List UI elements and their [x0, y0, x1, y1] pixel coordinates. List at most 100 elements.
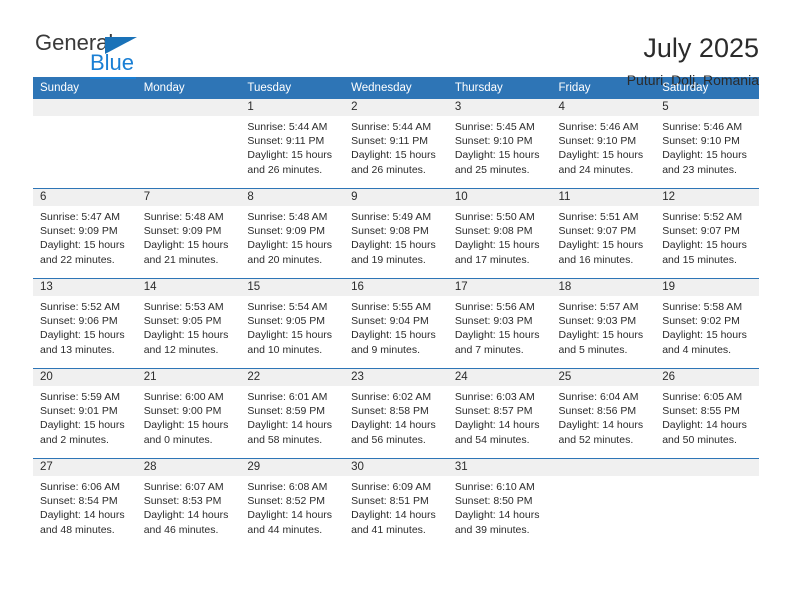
day-detail-line: Sunrise: 5:57 AM: [558, 301, 639, 313]
day-number: [551, 459, 656, 476]
day-detail-line: Daylight: 15 hours: [558, 239, 644, 252]
day-detail-line: Sunset: 9:06 PM: [40, 315, 118, 328]
calendar-day-cell[interactable]: 17 Sunrise: 5:56 AM Sunset: 9:03 PM Dayligh…: [447, 278, 552, 369]
day-cell-inner: 4 Sunrise: 5:46 AM Sunset: 9:10 PM Daylight…: [551, 99, 656, 188]
day-number: 12: [655, 189, 759, 206]
day-number: 24: [447, 369, 552, 386]
calendar-day-cell[interactable]: 20 Sunrise: 5:59 AM Sunset: 9:01 PM Dayligh…: [33, 368, 137, 459]
day-details: Sunrise: 6:03 AM Sunset: 8:57 PM Daylight:…: [448, 386, 552, 447]
day-detail-line: and 23 minutes.: [662, 163, 737, 176]
day-detail-line: and 12 minutes.: [143, 343, 219, 356]
day-cell-inner: 14 Sunrise: 5:53 AM Sunset: 9:05 PM Dayligh…: [136, 279, 241, 368]
day-details: [33, 116, 137, 120]
day-detail-line: Sunset: 9:10 PM: [662, 135, 740, 148]
calendar-day-cell[interactable]: 10 Sunrise: 5:50 AM Sunset: 9:08 PM Dayligh…: [447, 188, 552, 279]
calendar-day-cell[interactable]: 19 Sunrise: 5:58 AM Sunset: 9:02 PM Dayligh…: [655, 278, 759, 369]
day-detail-line: Daylight: 15 hours: [351, 149, 436, 162]
day-detail-line: and 16 minutes.: [558, 253, 634, 266]
day-detail-line: and 22 minutes.: [40, 253, 115, 266]
calendar-day-cell[interactable]: 29 Sunrise: 6:08 AM Sunset: 8:52 PM Dayligh…: [240, 458, 345, 548]
day-cell-inner: 15 Sunrise: 5:54 AM Sunset: 9:05 PM Dayligh…: [240, 279, 345, 368]
day-detail-line: Sunrise: 5:51 AM: [558, 211, 639, 223]
day-detail-line: and 20 minutes.: [247, 253, 323, 266]
day-detail-line: Sunset: 9:08 PM: [351, 225, 429, 238]
day-detail-line: and 39 minutes.: [454, 523, 530, 536]
calendar-body: 1 Sunrise: 5:44 AM Sunset: 9:11 PM Daylight…: [33, 99, 759, 548]
day-number: 19: [655, 279, 759, 296]
calendar-day-cell[interactable]: 31 Sunrise: 6:10 AM Sunset: 8:50 PM Dayligh…: [447, 458, 552, 548]
brand-logo[interactable]: General Blue: [33, 30, 183, 86]
day-detail-line: Sunset: 9:00 PM: [143, 405, 222, 418]
day-details: Sunrise: 5:44 AM Sunset: 9:11 PM Daylight:…: [344, 116, 448, 177]
calendar-day-cell[interactable]: 25 Sunrise: 6:04 AM Sunset: 8:56 PM Dayligh…: [551, 368, 656, 459]
day-detail-line: and 7 minutes.: [454, 343, 524, 356]
day-detail-line: and 56 minutes.: [351, 433, 426, 446]
day-details: [137, 116, 241, 120]
calendar-day-cell[interactable]: 8 Sunrise: 5:48 AM Sunset: 9:09 PM Daylight…: [240, 188, 345, 279]
calendar-day-cell[interactable]: 9 Sunrise: 5:49 AM Sunset: 9:08 PM Daylight…: [344, 188, 448, 279]
day-detail-line: Daylight: 15 hours: [351, 239, 436, 252]
day-details: [552, 476, 656, 480]
calendar-day-cell[interactable]: 14 Sunrise: 5:53 AM Sunset: 9:05 PM Dayligh…: [136, 278, 241, 369]
day-detail-line: Sunrise: 6:09 AM: [351, 481, 432, 493]
calendar-day-cell[interactable]: 30 Sunrise: 6:09 AM Sunset: 8:51 PM Dayligh…: [344, 458, 448, 548]
calendar-day-cell[interactable]: 1 Sunrise: 5:44 AM Sunset: 9:11 PM Daylight…: [240, 99, 345, 189]
calendar-day-cell[interactable]: 5 Sunrise: 5:46 AM Sunset: 9:10 PM Daylight…: [655, 99, 759, 189]
day-detail-line: Sunset: 9:11 PM: [247, 135, 325, 148]
calendar-day-cell[interactable]: 2 Sunrise: 5:44 AM Sunset: 9:11 PM Daylight…: [344, 99, 448, 189]
calendar-day-cell[interactable]: [551, 458, 656, 548]
day-detail-line: Sunrise: 6:08 AM: [247, 481, 328, 493]
calendar-day-cell[interactable]: 7 Sunrise: 5:48 AM Sunset: 9:09 PM Daylight…: [136, 188, 241, 279]
day-cell-inner: 21 Sunrise: 6:00 AM Sunset: 9:00 PM Dayligh…: [136, 369, 241, 458]
calendar-day-cell[interactable]: 22 Sunrise: 6:01 AM Sunset: 8:59 PM Dayligh…: [240, 368, 345, 459]
day-detail-line: Sunset: 9:09 PM: [247, 225, 326, 238]
calendar-day-cell[interactable]: 24 Sunrise: 6:03 AM Sunset: 8:57 PM Dayligh…: [447, 368, 552, 459]
calendar-day-cell[interactable]: 28 Sunrise: 6:07 AM Sunset: 8:53 PM Dayligh…: [136, 458, 241, 548]
day-cell-inner: 6 Sunrise: 5:47 AM Sunset: 9:09 PM Daylight…: [33, 189, 137, 278]
day-number: 11: [551, 189, 656, 206]
calendar-page: General Blue July 2025 Puturi, Dolj, Rom…: [0, 0, 792, 612]
calendar-day-cell[interactable]: 12 Sunrise: 5:52 AM Sunset: 9:07 PM Dayligh…: [655, 188, 759, 279]
day-details: [655, 476, 759, 480]
calendar-day-cell[interactable]: 15 Sunrise: 5:54 AM Sunset: 9:05 PM Dayligh…: [240, 278, 345, 369]
calendar-day-cell[interactable]: 11 Sunrise: 5:51 AM Sunset: 9:07 PM Dayligh…: [551, 188, 656, 279]
calendar-table: Sunday Monday Tuesday Wednesday Thursday…: [33, 77, 759, 548]
day-detail-line: Daylight: 15 hours: [40, 419, 125, 432]
day-number: 15: [240, 279, 345, 296]
calendar-day-cell[interactable]: 23 Sunrise: 6:02 AM Sunset: 8:58 PM Dayligh…: [344, 368, 448, 459]
day-cell-inner: 18 Sunrise: 5:57 AM Sunset: 9:03 PM Dayligh…: [551, 279, 656, 368]
day-detail-line: and 17 minutes.: [454, 253, 530, 266]
calendar-day-cell[interactable]: 3 Sunrise: 5:45 AM Sunset: 9:10 PM Daylight…: [447, 99, 552, 189]
day-details: Sunrise: 5:52 AM Sunset: 9:07 PM Daylight:…: [655, 206, 759, 267]
day-number: [655, 459, 759, 476]
day-detail-line: Daylight: 15 hours: [143, 329, 229, 342]
calendar-day-cell[interactable]: 26 Sunrise: 6:05 AM Sunset: 8:55 PM Dayligh…: [655, 368, 759, 459]
calendar-day-cell[interactable]: 27 Sunrise: 6:06 AM Sunset: 8:54 PM Dayligh…: [33, 458, 137, 548]
day-details: Sunrise: 5:47 AM Sunset: 9:09 PM Daylight:…: [33, 206, 137, 267]
day-cell-inner: 12 Sunrise: 5:52 AM Sunset: 9:07 PM Dayligh…: [655, 189, 759, 278]
calendar-day-cell[interactable]: 16 Sunrise: 5:55 AM Sunset: 9:04 PM Dayligh…: [344, 278, 448, 369]
day-detail-line: Sunset: 8:57 PM: [454, 405, 533, 418]
day-number: 7: [136, 189, 241, 206]
day-details: Sunrise: 6:05 AM Sunset: 8:55 PM Daylight:…: [655, 386, 759, 447]
calendar-day-cell[interactable]: 6 Sunrise: 5:47 AM Sunset: 9:09 PM Daylight…: [33, 188, 137, 279]
calendar-day-cell[interactable]: [655, 458, 759, 548]
day-number: 2: [344, 99, 448, 116]
day-detail-line: Sunrise: 5:54 AM: [247, 301, 328, 313]
calendar-day-cell[interactable]: [136, 99, 241, 189]
day-cell-inner: 9 Sunrise: 5:49 AM Sunset: 9:08 PM Daylight…: [344, 189, 448, 278]
day-detail-line: and 41 minutes.: [351, 523, 426, 536]
calendar-week-row: 1 Sunrise: 5:44 AM Sunset: 9:11 PM Daylight…: [33, 99, 759, 189]
day-detail-line: Sunrise: 5:48 AM: [143, 211, 224, 223]
day-detail-line: Sunrise: 5:58 AM: [662, 301, 743, 313]
day-detail-line: and 52 minutes.: [558, 433, 634, 446]
calendar-day-cell[interactable]: [33, 99, 137, 189]
calendar-day-cell[interactable]: 13 Sunrise: 5:52 AM Sunset: 9:06 PM Dayligh…: [33, 278, 137, 369]
day-detail-line: Daylight: 15 hours: [662, 239, 747, 252]
calendar-day-cell[interactable]: 4 Sunrise: 5:46 AM Sunset: 9:10 PM Daylight…: [551, 99, 656, 189]
calendar-day-cell[interactable]: 18 Sunrise: 5:57 AM Sunset: 9:03 PM Dayligh…: [551, 278, 656, 369]
day-details: Sunrise: 5:54 AM Sunset: 9:05 PM Daylight:…: [240, 296, 344, 357]
day-detail-line: Sunset: 9:07 PM: [558, 225, 637, 238]
calendar-day-cell[interactable]: 21 Sunrise: 6:00 AM Sunset: 9:00 PM Dayligh…: [136, 368, 241, 459]
day-detail-line: Sunset: 9:08 PM: [454, 225, 533, 238]
